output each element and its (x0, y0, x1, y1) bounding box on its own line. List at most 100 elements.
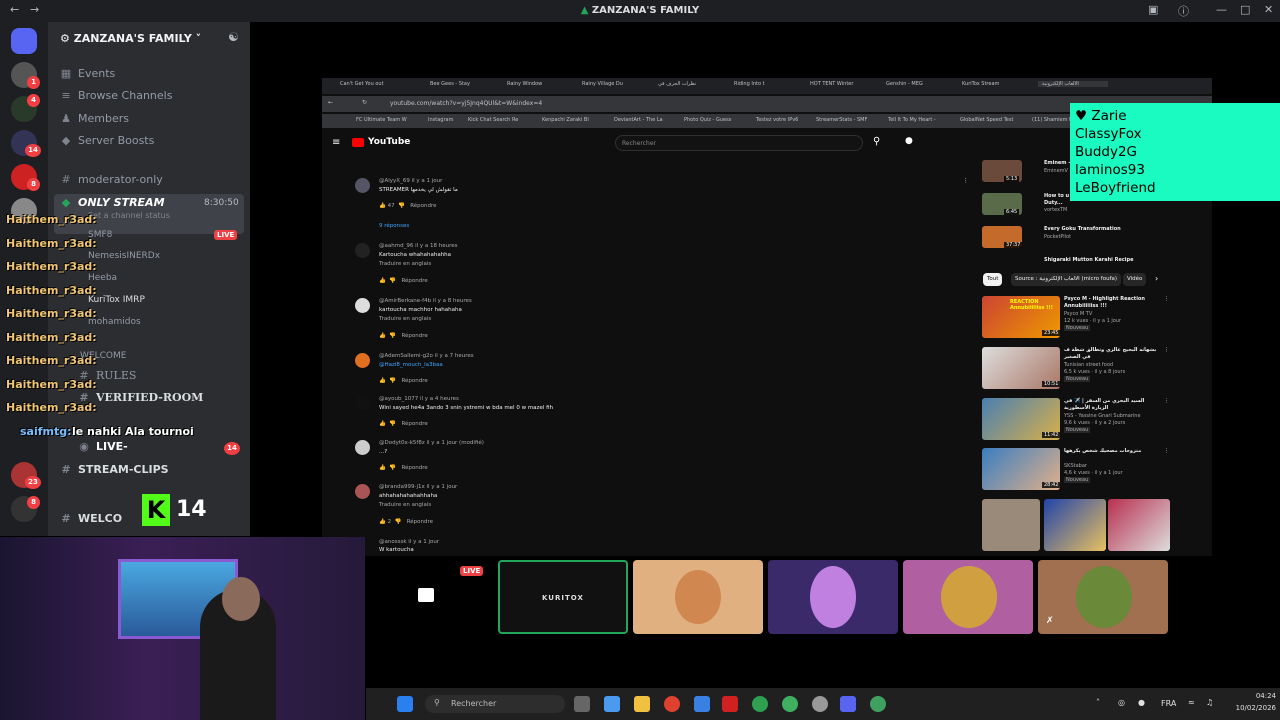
dislike-icon[interactable]: 👎 (389, 465, 396, 471)
language-indicator[interactable]: FRA (1161, 699, 1176, 708)
like-icon[interactable]: 👍 (379, 278, 386, 284)
bookmark[interactable]: (11) Shamiem M (1032, 117, 1073, 123)
microphone-icon[interactable]: ● (905, 136, 913, 146)
avatar[interactable] (355, 178, 370, 193)
reply-button[interactable]: Répondre (401, 278, 427, 284)
reply-button[interactable]: Répondre (410, 203, 436, 209)
task-view-icon[interactable] (574, 696, 590, 712)
like-icon[interactable]: 👍 (379, 333, 386, 339)
channel-status[interactable]: Set a channel status (88, 211, 170, 220)
comment-author[interactable]: @branda999-j1x (379, 484, 425, 490)
more-icon[interactable]: ⋮ (963, 178, 969, 184)
bookmark[interactable]: FC Ultimate Team W (356, 117, 407, 123)
youtube-logo[interactable]: YouTube (352, 137, 410, 147)
more-icon[interactable]: ⋮ (1164, 296, 1169, 302)
avatar[interactable] (355, 298, 370, 313)
sidebar-item-events[interactable]: ▦ Events (60, 67, 115, 80)
server-icon[interactable]: 14 (11, 130, 41, 157)
menu-icon[interactable]: ≡ (332, 137, 340, 148)
url-text[interactable]: youtube.com/watch?v=yj5Jnq4QUl&t=W&index… (390, 100, 542, 107)
chrome-icon[interactable] (782, 696, 798, 712)
file-explorer-icon[interactable] (634, 696, 650, 712)
like-icon[interactable]: 👍 (379, 519, 386, 525)
app-icon[interactable] (812, 696, 828, 712)
browser-tab[interactable]: HOT TENT Winter (810, 81, 862, 87)
reply-button[interactable]: Répondre (401, 378, 427, 384)
browser-tab[interactable]: KuriTox Stream (962, 81, 1014, 87)
dislike-icon[interactable]: 👎 (389, 378, 396, 384)
channel-live[interactable]: ◉ LIVE- (78, 440, 128, 453)
maximize-icon[interactable]: □ (1240, 3, 1250, 16)
avatar[interactable] (355, 484, 370, 499)
avatar[interactable] (355, 243, 370, 258)
reply-button[interactable]: Répondre (401, 421, 427, 427)
app-icon[interactable] (722, 696, 738, 712)
short-thumbnail[interactable] (1044, 499, 1106, 551)
avatar[interactable] (355, 440, 370, 455)
comment-text[interactable]: @Hazi8_mouch_la3baa (379, 362, 443, 368)
windows-start-icon[interactable] (397, 696, 413, 712)
bookmark[interactable]: StreamerStats - SMF (816, 117, 867, 123)
more-icon[interactable]: ⋮ (1164, 347, 1169, 353)
comment-author[interactable]: @AdemSallemi-g2o (379, 353, 433, 359)
dislike-icon[interactable]: 👎 (398, 203, 405, 209)
stream-tile[interactable] (903, 560, 1033, 634)
back-arrow-icon[interactable]: ← (328, 99, 333, 106)
add-member-icon[interactable]: ☯ (228, 30, 239, 44)
browser-tab[interactable]: Bee Gees - Stay (430, 81, 484, 87)
bookmark[interactable]: Testez votre IPv6 (756, 117, 798, 123)
avatar[interactable] (355, 353, 370, 368)
browser-tab[interactable]: نظرات الجرف في (658, 81, 710, 87)
server-icon[interactable]: 4 (11, 94, 40, 122)
discord-home-icon[interactable] (11, 28, 37, 54)
volume-icon[interactable]: ♫ (1206, 698, 1213, 707)
bookmark[interactable]: Tell It To My Heart - (888, 117, 936, 123)
comment-author[interactable]: @aahmd_96 (379, 243, 413, 249)
browser-tab[interactable]: Riding Into t (734, 81, 786, 87)
chevron-up-icon[interactable]: ˄ (1096, 698, 1100, 707)
more-icon[interactable]: ⋮ (1164, 398, 1169, 404)
voice-member[interactable]: Heeba (88, 273, 117, 283)
browser-tab[interactable]: Rainy Village Du (582, 81, 634, 87)
inbox-icon[interactable]: ▣ (1148, 3, 1158, 16)
stream-tile[interactable]: LIVE (370, 560, 488, 634)
copilot-icon[interactable] (604, 696, 620, 712)
search-icon[interactable]: ⚲ (873, 136, 880, 147)
translate-link[interactable]: Traduire en anglais (379, 316, 431, 322)
like-icon[interactable]: 👍 (379, 421, 386, 427)
bookmark[interactable]: Kenpachi Zaraki Bl (542, 117, 589, 123)
comment-author[interactable]: @AmirBerkane-f4b (379, 298, 431, 304)
server-icon[interactable]: 8 (11, 496, 40, 522)
dislike-icon[interactable]: 👎 (389, 333, 396, 339)
server-icon[interactable]: 8 (11, 164, 40, 191)
channel-only-stream[interactable]: ◆ ONLY STREAM (60, 196, 165, 209)
browser-tab[interactable]: Rainy Window (507, 81, 559, 87)
minimize-icon[interactable]: — (1216, 3, 1227, 16)
clock-date[interactable]: 10/02/2026 (1226, 704, 1276, 712)
reply-button[interactable]: Répondre (407, 519, 433, 525)
recommended-video[interactable]: 28:42 متزوجات مصحيك شخص يكرهها SKStabar … (982, 448, 1172, 490)
browser-tab[interactable]: Can't Get You out (340, 81, 394, 87)
search-input[interactable]: Rechercher (615, 135, 863, 151)
browser-tab[interactable]: Genshin - MEG (886, 81, 938, 87)
bookmark[interactable]: Photo Quiz - Guess (684, 117, 731, 123)
avatar[interactable] (355, 396, 370, 411)
sidebar-item-browse-channels[interactable]: ≡ Browse Channels (60, 89, 172, 102)
short-thumbnail[interactable] (1108, 499, 1170, 551)
discord-icon[interactable] (840, 696, 856, 712)
playlist-item[interactable]: Shigaraki Mutton Karahi Recipe (982, 257, 1172, 265)
replies-toggle[interactable]: 9 réponses (379, 223, 409, 229)
server-icon[interactable]: 1 (11, 62, 40, 89)
comment-author[interactable]: @Dodyt0x-k5f8z (379, 440, 425, 446)
stream-tile[interactable]: ✗ (1038, 560, 1168, 634)
dislike-icon[interactable]: 👎 (389, 278, 396, 284)
server-icon[interactable]: 23 (11, 462, 41, 489)
stream-tile[interactable] (768, 560, 898, 634)
help-icon[interactable]: ⓘ (1178, 3, 1189, 19)
reply-button[interactable]: Répondre (401, 333, 427, 339)
browser-tab-active[interactable]: الالعاب الإلكترونية (1038, 81, 1108, 87)
more-icon[interactable]: ⋮ (1164, 448, 1169, 454)
bookmark[interactable]: DeviantArt - The La (614, 117, 663, 123)
stream-tile-kuritox[interactable]: KURITOX (498, 560, 628, 634)
bookmark[interactable]: GlobalNet Speed Test (960, 117, 1013, 123)
